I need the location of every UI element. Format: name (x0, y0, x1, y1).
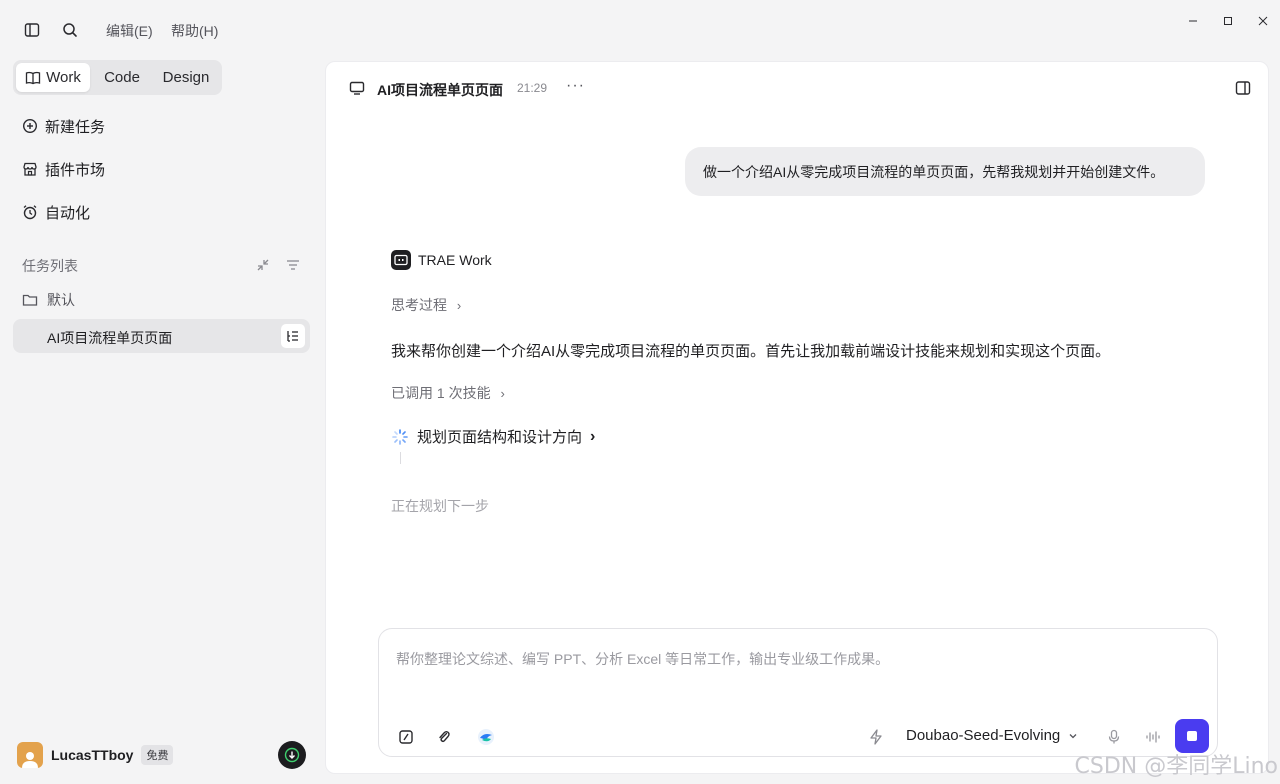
close-icon[interactable] (1254, 12, 1272, 30)
lightning-icon[interactable] (866, 727, 886, 747)
user-profile[interactable]: LucasTTboy 免费 (17, 742, 174, 768)
chevron-right-icon: › (590, 427, 596, 445)
nav-new-task-label: 新建任务 (45, 118, 106, 136)
step-label: 规划页面结构和设计方向 (417, 429, 583, 446)
username: LucasTTboy (51, 747, 134, 763)
user-message-text: 做一个介绍AI从零完成项目流程的单页页面，先帮我规划并开始创建文件。 (703, 163, 1165, 180)
page-title: AI项目流程单页页面 (377, 82, 503, 98)
download-icon[interactable] (278, 741, 306, 769)
tab-design-label: Design (162, 69, 210, 86)
skill-call-label: 已调用 1 次技能 (391, 385, 491, 401)
monitor-icon (349, 80, 365, 101)
thinking-label: 思考过程 (391, 297, 447, 313)
alarm-clock-icon (23, 205, 37, 220)
tab-design[interactable]: Design (154, 63, 218, 92)
step-item[interactable]: 规划页面结构和设计方向 › (391, 426, 595, 447)
add-circle-icon (22, 118, 38, 134)
step-connector (400, 452, 401, 464)
thinking-toggle[interactable]: 思考过程 › (391, 295, 461, 315)
trae-logo-icon (391, 250, 411, 270)
menu-edit[interactable]: 编辑(E) (106, 21, 153, 41)
collapse-icon[interactable] (254, 256, 272, 274)
user-message: 做一个介绍AI从零完成项目流程的单页页面，先帮我规划并开始创建文件。 (685, 147, 1205, 196)
tab-code[interactable]: Code (90, 63, 154, 92)
task-item-active[interactable]: AI项目流程单页页面 (13, 319, 310, 353)
panel-toggle-icon[interactable] (1235, 80, 1251, 101)
attachment-icon[interactable] (434, 727, 454, 747)
model-name: Doubao-Seed-Evolving (906, 727, 1061, 744)
skill-call-toggle[interactable]: 已调用 1 次技能 › (391, 383, 505, 403)
status-text: 正在规划下一步 (391, 498, 489, 514)
sidebar-toggle-icon[interactable] (22, 20, 42, 40)
minimize-icon[interactable] (1184, 12, 1202, 30)
agent-header: TRAE Work (391, 250, 492, 270)
tab-work-label: Work (46, 69, 81, 86)
watermark: CSDN @李同学Lino (1074, 754, 1279, 779)
folder-icon (22, 294, 38, 306)
timestamp: 21:29 (517, 81, 548, 95)
model-selector[interactable]: Doubao-Seed-Evolving (906, 727, 1078, 744)
chat-input-placeholder[interactable]: 帮你整理论文综述、编写 PPT、分析 Excel 等日常工作，输出专业级工作成果… (396, 649, 889, 669)
chevron-right-icon: › (500, 386, 505, 401)
nav-automation[interactable]: 自动化 (22, 201, 90, 223)
chevron-down-icon (1069, 733, 1077, 738)
maximize-icon[interactable] (1219, 12, 1237, 30)
tab-work[interactable]: Work (16, 63, 90, 92)
agent-name: TRAE Work (418, 252, 492, 268)
voice-wave-icon[interactable] (1143, 727, 1163, 747)
task-list-icon[interactable] (281, 324, 305, 348)
filter-icon[interactable] (284, 256, 302, 274)
loading-spinner-icon (392, 428, 408, 445)
nav-plugins[interactable]: 插件市场 (22, 158, 105, 180)
search-icon[interactable] (60, 20, 80, 40)
mode-switch: Work Code Design (13, 60, 222, 95)
task-list-heading: 任务列表 (22, 258, 78, 274)
slash-command-icon[interactable] (396, 727, 416, 747)
plan-badge: 免费 (141, 745, 174, 765)
nav-new-task[interactable]: 新建任务 (22, 115, 105, 137)
store-icon (23, 162, 37, 176)
microphone-icon[interactable] (1104, 727, 1124, 747)
agent-response: 我来帮你创建一个介绍AI从零完成项目流程的单页页面。首先让我加载前端设计技能来规… (391, 343, 1111, 360)
folder-default[interactable]: 默认 (22, 290, 75, 310)
nav-automation-label: 自动化 (45, 204, 91, 222)
title-bar: 编辑(E) 帮助(H) (0, 0, 1280, 60)
book-icon (25, 71, 41, 84)
app-logo-icon[interactable] (476, 727, 496, 747)
chat-panel: AI项目流程单页页面 21:29 ··· 做一个介绍AI从零完成项目流程的单页页… (325, 61, 1269, 774)
chat-header: AI项目流程单页页面 21:29 ··· (326, 62, 1268, 114)
menu-help[interactable]: 帮助(H) (171, 21, 218, 41)
avatar (17, 742, 43, 768)
nav-plugins-label: 插件市场 (45, 161, 106, 179)
stop-icon (1187, 731, 1197, 741)
chat-input-box[interactable]: 帮你整理论文综述、编写 PPT、分析 Excel 等日常工作，输出专业级工作成果… (378, 628, 1218, 757)
tab-code-label: Code (104, 69, 140, 86)
folder-label: 默认 (47, 292, 75, 308)
chevron-right-icon: › (456, 298, 462, 313)
more-options-button[interactable]: ··· (566, 77, 585, 95)
task-item-label: AI项目流程单页页面 (47, 330, 173, 346)
